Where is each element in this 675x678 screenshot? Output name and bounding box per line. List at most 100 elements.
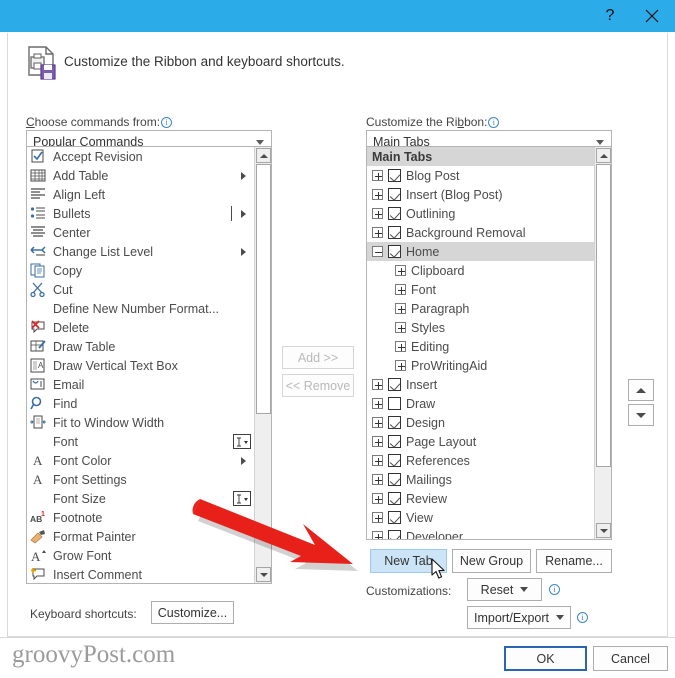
move-up-button[interactable] <box>628 379 654 401</box>
submenu-arrow-icon[interactable] <box>241 210 246 218</box>
tab-checkbox[interactable] <box>388 378 401 391</box>
ribbon-tree-item[interactable]: Draw <box>367 394 594 413</box>
expand-plus-icon[interactable] <box>372 227 383 238</box>
tab-checkbox[interactable] <box>388 207 401 220</box>
command-list-item[interactable]: Cut <box>27 280 254 299</box>
expand-plus-icon[interactable] <box>395 341 406 352</box>
info-icon[interactable]: i <box>577 612 588 623</box>
tab-checkbox[interactable] <box>388 492 401 505</box>
commands-scrollbar[interactable] <box>254 147 271 583</box>
tab-checkbox[interactable] <box>388 245 401 258</box>
ribbon-tree-item[interactable]: Outlining <box>367 204 594 223</box>
ribbon-tree-item[interactable]: ProWritingAid <box>367 356 594 375</box>
expand-plus-icon[interactable] <box>372 189 383 200</box>
submenu-arrow-icon[interactable] <box>241 248 246 256</box>
submenu-arrow-icon[interactable] <box>241 457 246 465</box>
scroll-up-icon[interactable] <box>256 148 271 163</box>
scroll-up-icon[interactable] <box>596 148 611 163</box>
move-down-button[interactable] <box>628 404 654 426</box>
scrollbar-thumb[interactable] <box>256 164 271 414</box>
expand-plus-icon[interactable] <box>372 493 383 504</box>
customize-keyboard-button[interactable]: Customize... <box>151 601 234 624</box>
expand-plus-icon[interactable] <box>395 303 406 314</box>
ribbon-tree-item[interactable]: Insert (Blog Post) <box>367 185 594 204</box>
command-list-item[interactable]: Delete <box>27 318 254 337</box>
command-list-item[interactable]: Email <box>27 375 254 394</box>
ribbon-tree-item[interactable]: View <box>367 508 594 527</box>
command-list-item[interactable]: Copy <box>27 261 254 280</box>
command-list-item[interactable]: Bullets <box>27 204 254 223</box>
expand-plus-icon[interactable] <box>395 284 406 295</box>
tab-checkbox[interactable] <box>388 169 401 182</box>
command-list-item[interactable]: Insert Comment <box>27 565 254 583</box>
help-icon[interactable]: ? <box>589 0 631 32</box>
ribbon-tree-item[interactable]: Developer <box>367 527 594 539</box>
expand-plus-icon[interactable] <box>372 398 383 409</box>
expand-plus-icon[interactable] <box>372 455 383 466</box>
command-list-item[interactable]: Format Painter <box>27 527 254 546</box>
collapse-minus-icon[interactable] <box>372 246 383 257</box>
ribbon-tree-item[interactable]: Paragraph <box>367 299 594 318</box>
command-list-item[interactable]: A Font Settings <box>27 470 254 489</box>
expand-plus-icon[interactable] <box>372 436 383 447</box>
expand-plus-icon[interactable] <box>372 170 383 181</box>
command-list-item[interactable]: Define New Number Format... <box>27 299 254 318</box>
ribbon-tree-listbox[interactable]: Main Tabs Blog Post Insert (Blog Post) Out… <box>366 146 612 540</box>
info-icon[interactable]: i <box>488 117 500 128</box>
command-list-item[interactable]: Change List Level <box>27 242 254 261</box>
command-list-item[interactable]: Find <box>27 394 254 413</box>
gallery-dropdown-icon[interactable] <box>233 434 251 449</box>
cancel-button[interactable]: Cancel <box>593 646 668 671</box>
ribbon-tree-item[interactable]: References <box>367 451 594 470</box>
command-list-item[interactable]: Add Table <box>27 166 254 185</box>
command-list-item[interactable]: Center <box>27 223 254 242</box>
info-icon[interactable]: i <box>549 584 560 595</box>
command-list-item[interactable]: Fit to Window Width <box>27 413 254 432</box>
tab-checkbox[interactable] <box>388 435 401 448</box>
command-list-item[interactable]: Accept Revision <box>27 147 254 166</box>
scrollbar-thumb[interactable] <box>596 164 611 467</box>
expand-plus-icon[interactable] <box>372 379 383 390</box>
ribbon-tree-item[interactable]: Editing <box>367 337 594 356</box>
ribbon-tree-scrollbar[interactable] <box>594 147 611 539</box>
scroll-down-icon[interactable] <box>596 523 611 538</box>
close-icon[interactable] <box>631 0 673 32</box>
expand-plus-icon[interactable] <box>372 531 383 539</box>
reset-button[interactable]: Reset <box>467 578 542 601</box>
tab-checkbox[interactable] <box>388 226 401 239</box>
import-export-button[interactable]: Import/Export <box>467 606 571 629</box>
ribbon-tree-item[interactable]: Page Layout <box>367 432 594 451</box>
add-button[interactable]: Add >> <box>282 346 354 369</box>
expand-plus-icon[interactable] <box>395 360 406 371</box>
submenu-arrow-icon[interactable] <box>241 172 246 180</box>
expand-plus-icon[interactable] <box>372 474 383 485</box>
gallery-dropdown-icon[interactable] <box>233 491 251 506</box>
tab-checkbox[interactable] <box>388 397 401 410</box>
command-list-item[interactable]: Draw Table <box>27 337 254 356</box>
ok-button[interactable]: OK <box>504 646 587 671</box>
info-icon[interactable]: i <box>161 117 173 128</box>
tab-checkbox[interactable] <box>388 530 401 539</box>
rename-button[interactable]: Rename... <box>536 549 612 573</box>
remove-button[interactable]: << Remove <box>282 374 354 397</box>
ribbon-tree-item[interactable]: Clipboard <box>367 261 594 280</box>
ribbon-tree-item[interactable]: Styles <box>367 318 594 337</box>
ribbon-tree-item[interactable]: Home <box>367 242 594 261</box>
new-group-button[interactable]: New Group <box>452 549 531 573</box>
command-list-item[interactable]: A Font Color <box>27 451 254 470</box>
commands-listbox[interactable]: Accept Revision Add Table Align Left Bullet… <box>26 146 272 584</box>
tab-checkbox[interactable] <box>388 473 401 486</box>
ribbon-tree-item[interactable]: Design <box>367 413 594 432</box>
command-list-item[interactable]: A Draw Vertical Text Box <box>27 356 254 375</box>
ribbon-tree-item[interactable]: Mailings <box>367 470 594 489</box>
ribbon-tree-item[interactable]: Font <box>367 280 594 299</box>
expand-plus-icon[interactable] <box>372 208 383 219</box>
command-list-item[interactable]: AB 1 Footnote <box>27 508 254 527</box>
scroll-down-icon[interactable] <box>256 567 271 582</box>
expand-plus-icon[interactable] <box>372 512 383 523</box>
tab-checkbox[interactable] <box>388 188 401 201</box>
ribbon-tree-item[interactable]: Background Removal <box>367 223 594 242</box>
ribbon-tree-item[interactable]: Insert <box>367 375 594 394</box>
expand-plus-icon[interactable] <box>395 322 406 333</box>
ribbon-tree-item[interactable]: Review <box>367 489 594 508</box>
